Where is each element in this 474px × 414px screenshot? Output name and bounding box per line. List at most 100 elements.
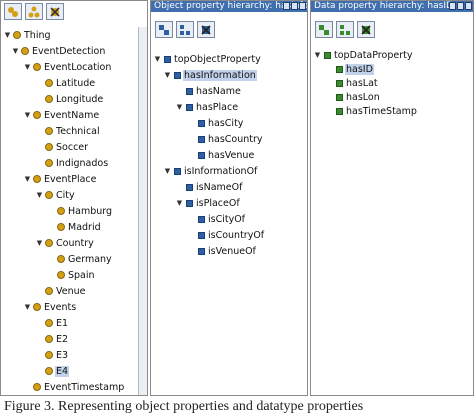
tree-node[interactable]: Madrid bbox=[47, 219, 102, 235]
tree-node[interactable]: ▼ isInformationOf bbox=[163, 163, 258, 179]
add-sub-property-icon bbox=[159, 24, 169, 35]
expand-toggle-icon[interactable]: ▼ bbox=[11, 47, 20, 55]
tree-node-label: EventPlace bbox=[44, 173, 97, 185]
tree-node[interactable]: E1 bbox=[35, 315, 69, 331]
tree-node[interactable]: ▼ hasPlace bbox=[175, 99, 239, 115]
expand-toggle-icon[interactable]: ▼ bbox=[313, 51, 322, 59]
tree-node[interactable]: EventTimestamp bbox=[23, 379, 125, 395]
data-panel-window-controls bbox=[449, 2, 472, 10]
expand-toggle-icon[interactable]: ▼ bbox=[23, 175, 32, 183]
class-icon bbox=[45, 79, 53, 87]
class-icon bbox=[57, 207, 65, 215]
tree-node[interactable]: ▼ EventName bbox=[23, 107, 100, 123]
close-button[interactable] bbox=[299, 2, 306, 10]
class-icon bbox=[33, 63, 41, 71]
tree-node[interactable]: ▼ hasInformation bbox=[163, 67, 257, 83]
add-sibling-button[interactable] bbox=[25, 3, 43, 20]
tree-node[interactable]: E2 bbox=[35, 331, 69, 347]
tree-node[interactable]: Germany bbox=[47, 251, 113, 267]
pin-button[interactable] bbox=[283, 2, 290, 10]
expand-toggle-icon[interactable]: ▼ bbox=[175, 103, 184, 111]
tree-node[interactable]: ▼ City bbox=[35, 187, 76, 203]
delete-data-property-button[interactable] bbox=[357, 21, 375, 38]
tree-node-label: hasName bbox=[196, 85, 241, 97]
tree-node-label: EventTimestamp bbox=[44, 381, 125, 393]
tree-node[interactable]: hasCountry bbox=[187, 131, 264, 147]
pin-button[interactable] bbox=[449, 2, 456, 10]
class-panel-scrollbar[interactable] bbox=[138, 27, 147, 395]
data-property-icon bbox=[324, 51, 331, 59]
object-property-icon bbox=[186, 183, 193, 191]
class-icon bbox=[45, 127, 53, 135]
object-panel-window-controls bbox=[283, 2, 306, 10]
tree-node-label: E2 bbox=[56, 333, 69, 345]
data-property-icon bbox=[336, 107, 343, 115]
tree-node[interactable]: isNameOf bbox=[175, 179, 243, 195]
tree-node[interactable]: E3 bbox=[35, 347, 69, 363]
expand-toggle-icon[interactable]: ▼ bbox=[35, 239, 44, 247]
expand-toggle-icon[interactable]: ▼ bbox=[153, 55, 162, 63]
expand-toggle-icon[interactable]: ▼ bbox=[23, 63, 32, 71]
tree-node[interactable]: ▼ EventPlace bbox=[23, 171, 97, 187]
object-property-icon bbox=[198, 231, 205, 239]
data-toolbar bbox=[315, 21, 375, 38]
tree-node[interactable]: ▼ EventLocation bbox=[23, 59, 112, 75]
tree-node[interactable]: isVenueOf bbox=[187, 243, 257, 259]
tree-node[interactable]: Technical bbox=[35, 123, 101, 139]
add-sub-property-button[interactable] bbox=[155, 21, 173, 38]
tree-node-label: hasTimeStamp bbox=[346, 105, 417, 117]
object-property-icon bbox=[174, 167, 181, 175]
tree-node[interactable]: isCountryOf bbox=[187, 227, 265, 243]
close-button[interactable] bbox=[465, 2, 472, 10]
class-icon bbox=[33, 303, 41, 311]
add-subclass-button[interactable] bbox=[4, 3, 22, 20]
expand-toggle-icon[interactable]: ▼ bbox=[163, 167, 172, 175]
class-icon bbox=[45, 287, 53, 295]
tree-node-label: isCityOf bbox=[208, 213, 246, 225]
add-sibling-data-property-button[interactable] bbox=[336, 21, 354, 38]
tree-node-label: Venue bbox=[56, 285, 86, 297]
tree-node[interactable]: Longitude bbox=[35, 91, 104, 107]
expand-toggle-icon[interactable]: ▼ bbox=[23, 111, 32, 119]
tree-node[interactable]: Spain bbox=[47, 267, 96, 283]
maximize-button[interactable] bbox=[291, 2, 298, 10]
tree-node-label: Madrid bbox=[68, 221, 101, 233]
tree-node[interactable]: Venue bbox=[35, 283, 87, 299]
class-icon bbox=[57, 223, 65, 231]
tree-node[interactable]: ▼ EventDetection bbox=[11, 43, 106, 59]
tree-node[interactable]: hasName bbox=[175, 83, 242, 99]
tree-node[interactable]: ▼ isPlaceOf bbox=[175, 195, 241, 211]
object-property-icon bbox=[198, 135, 205, 143]
tree-node[interactable]: hasTimeStamp bbox=[325, 103, 418, 119]
tree-node[interactable]: E4 bbox=[35, 363, 70, 379]
tree-node[interactable]: isCityOf bbox=[187, 211, 246, 227]
tree-node[interactable]: Indignados bbox=[35, 155, 109, 171]
figure-caption: Figure 3. Representing object properties… bbox=[4, 399, 364, 414]
tree-node[interactable]: Soccer bbox=[35, 139, 89, 155]
tree-node[interactable]: ▼ topObjectProperty bbox=[153, 51, 262, 67]
tree-node[interactable]: hasVenue bbox=[187, 147, 255, 163]
maximize-button[interactable] bbox=[457, 2, 464, 10]
add-sibling-property-button[interactable] bbox=[176, 21, 194, 38]
tree-node[interactable]: ▼ Events bbox=[23, 299, 77, 315]
tree-node[interactable]: hasCity bbox=[187, 115, 244, 131]
expand-toggle-icon[interactable]: ▼ bbox=[163, 71, 172, 79]
tree-node-label: isCountryOf bbox=[208, 229, 265, 241]
tree-node[interactable]: PhotoID bbox=[23, 395, 82, 396]
delete-class-button[interactable] bbox=[46, 3, 64, 20]
tree-node-label: Spain bbox=[68, 269, 95, 281]
tree-node[interactable]: Latitude bbox=[35, 75, 96, 91]
data-property-icon bbox=[336, 65, 343, 73]
tree-node-label: Events bbox=[44, 301, 77, 313]
expand-toggle-icon[interactable]: ▼ bbox=[3, 31, 12, 39]
expand-toggle-icon[interactable]: ▼ bbox=[35, 191, 44, 199]
tree-node[interactable]: ▼ Country bbox=[35, 235, 95, 251]
expand-toggle-icon[interactable]: ▼ bbox=[175, 199, 184, 207]
add-sub-data-property-button[interactable] bbox=[315, 21, 333, 38]
delete-property-button[interactable] bbox=[197, 21, 215, 38]
tree-node-label: EventDetection bbox=[32, 45, 106, 57]
tree-node[interactable]: Hamburg bbox=[47, 203, 113, 219]
expand-toggle-icon[interactable]: ▼ bbox=[23, 303, 32, 311]
class-icon bbox=[33, 175, 41, 183]
tree-node-thing[interactable]: ▼ Thing bbox=[3, 27, 52, 43]
